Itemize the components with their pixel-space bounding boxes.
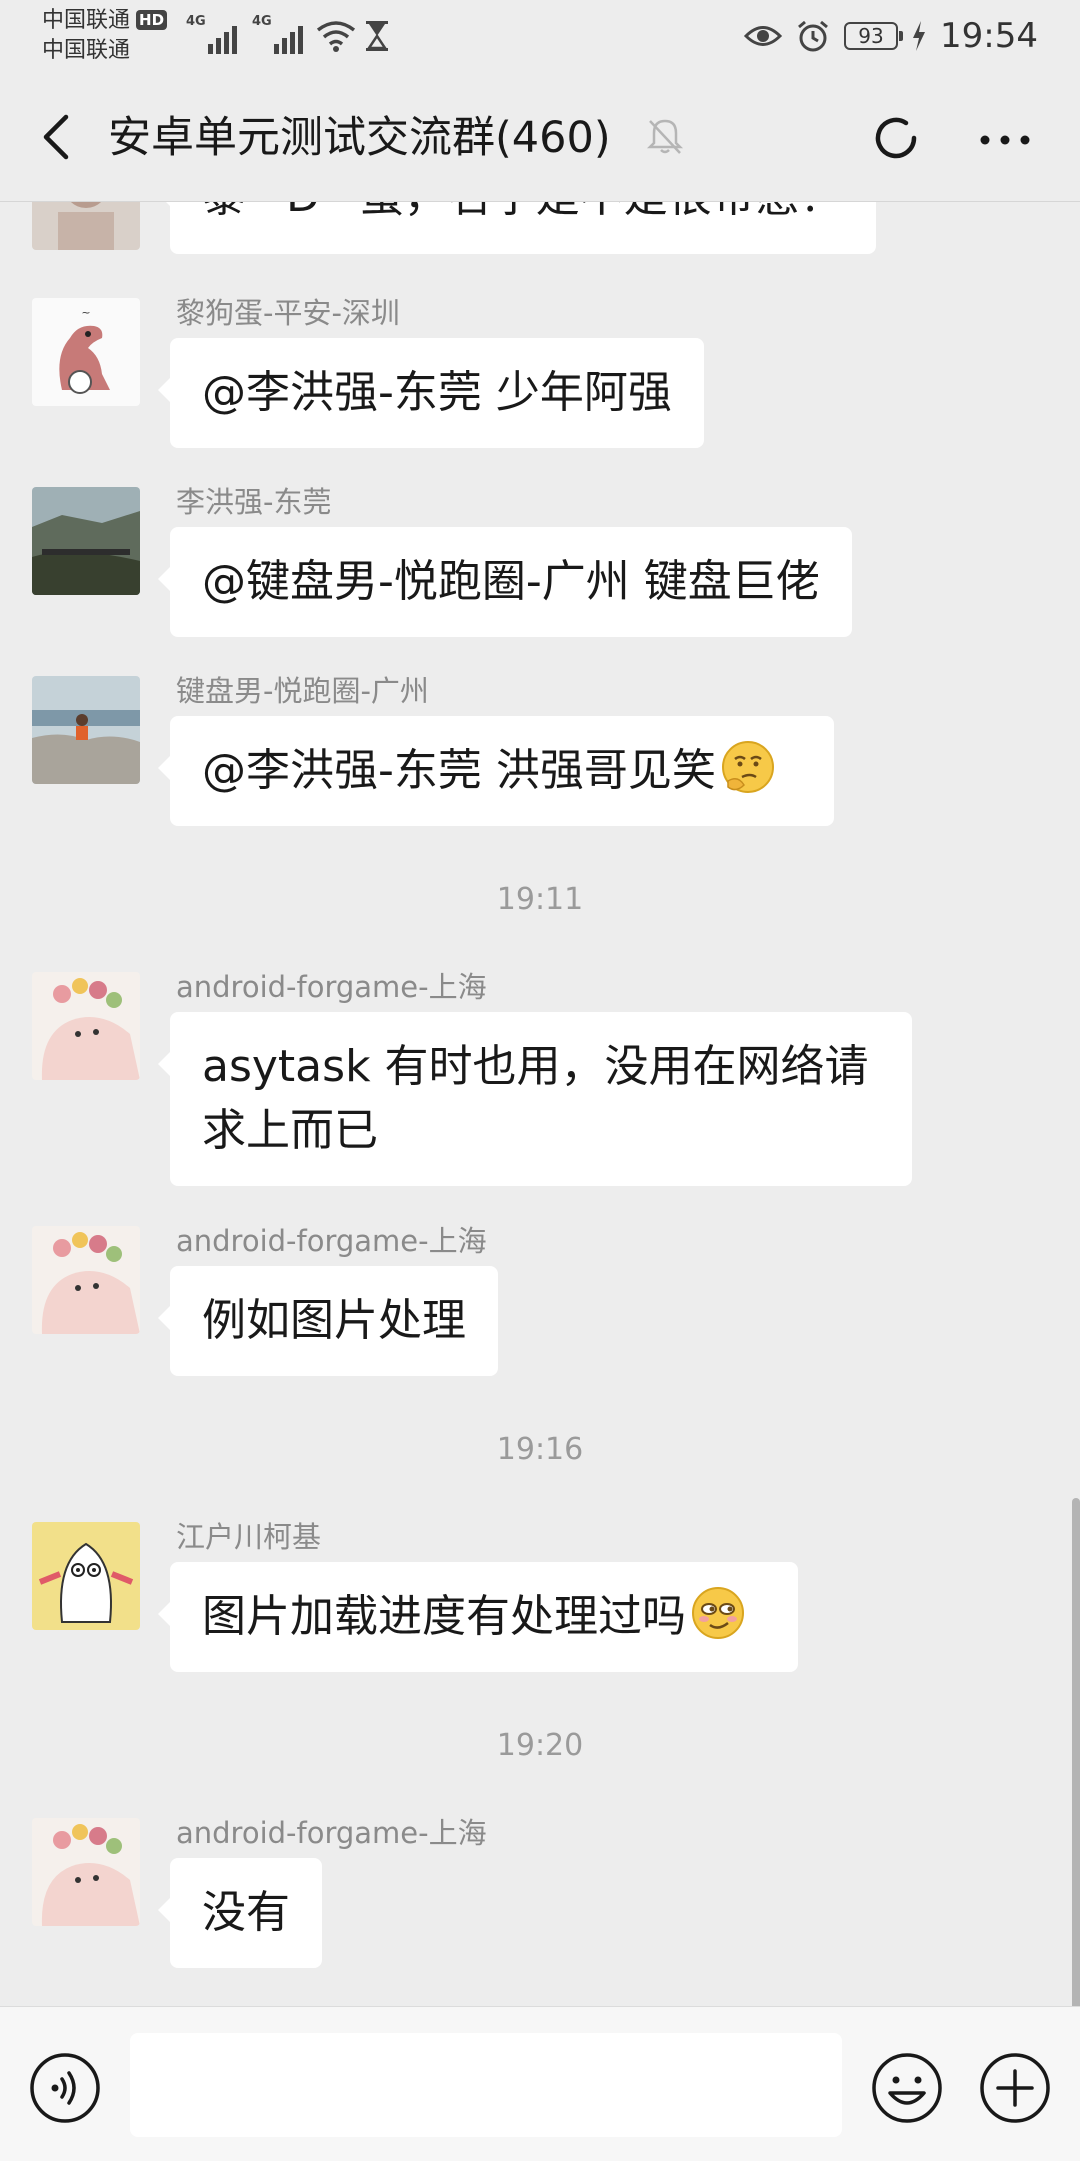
smirk-emoji-icon: [692, 1587, 744, 1639]
message-bubble[interactable]: @键盘男-悦跑圈-广州 键盘巨佬: [158, 527, 852, 637]
message-bubble[interactable]: @李洪强-东莞 少年阿强: [158, 338, 704, 448]
hd-badge: HD: [136, 10, 168, 30]
avatar[interactable]: [32, 1818, 140, 1926]
plus-icon[interactable]: [978, 2051, 1052, 2125]
avatar[interactable]: [32, 972, 140, 1080]
message-input[interactable]: [130, 2033, 842, 2137]
message-bubble[interactable]: 图片加载进度有处理过吗: [158, 1562, 798, 1672]
sender-name: android-forgame-上海: [176, 1224, 487, 1258]
alarm-icon: [798, 20, 828, 52]
voice-icon[interactable]: [28, 2051, 102, 2125]
battery-indicator: 93: [844, 22, 904, 50]
sender-name: 江户川柯基: [176, 1520, 322, 1554]
back-arrow-icon[interactable]: [28, 107, 88, 167]
avatar[interactable]: [32, 676, 140, 784]
more-icon[interactable]: [975, 112, 1035, 168]
message-list[interactable]: 黎 •D• 蛋，名字是不是很带感？ ~ 黎狗蛋-平安-深圳 @李洪强-东莞 少年…: [0, 202, 1080, 2006]
avatar[interactable]: [32, 1226, 140, 1334]
avatar[interactable]: [32, 487, 140, 595]
sender-name: android-forgame-上海: [176, 970, 487, 1004]
refresh-icon[interactable]: [868, 110, 924, 166]
timestamp: 19:16: [496, 1432, 584, 1467]
status-bar: 中国联通 HD 中国联通 4G 4G 93 19:54: [0, 0, 1080, 72]
sender-name: 李洪强-东莞: [176, 485, 332, 519]
message-bubble[interactable]: 黎 •D• 蛋，名字是不是很带感？: [158, 202, 876, 254]
thinking-emoji-icon: [721, 741, 774, 793]
svg-text:~: ~: [81, 306, 90, 319]
sender-name: 键盘男-悦跑圈-广州: [176, 674, 429, 708]
signal-1-icon: 4G: [186, 14, 237, 54]
emoji-icon[interactable]: [870, 2051, 944, 2125]
chat-header: 安卓单元测试交流群(460): [0, 72, 1080, 202]
network-type-2: 4G: [252, 14, 272, 29]
avatar[interactable]: [32, 1522, 140, 1630]
carrier-2: 中国联通: [42, 38, 131, 63]
message-text: @李洪强-东莞 洪强哥见笑: [202, 745, 716, 796]
network-type-1: 4G: [186, 14, 206, 29]
input-bar: [0, 2006, 1080, 2161]
message-bubble[interactable]: @李洪强-东莞 洪强哥见笑: [158, 716, 834, 826]
scrollbar[interactable]: [1072, 1498, 1080, 2006]
avatar[interactable]: [32, 202, 140, 250]
message-bubble[interactable]: 例如图片处理: [158, 1266, 498, 1376]
message-bubble[interactable]: asytask 有时也用，没用在网络请求上而已: [158, 1012, 912, 1186]
message-text: 图片加载进度有处理过吗: [202, 1591, 686, 1642]
chat-title: 安卓单元测试交流群(460): [108, 113, 611, 163]
carrier-info: 中国联通 HD 中国联通: [42, 6, 168, 66]
charging-icon: [913, 21, 926, 51]
carrier-1: 中国联通: [42, 8, 131, 33]
timestamp: 19:11: [496, 882, 584, 917]
avatar[interactable]: ~: [32, 298, 140, 406]
eye-icon: [744, 26, 783, 46]
message-bubble[interactable]: 没有: [158, 1858, 322, 1968]
hourglass-icon: [366, 21, 388, 51]
sender-name: 黎狗蛋-平安-深圳: [176, 296, 400, 330]
status-right: 93 19:54: [744, 14, 1038, 58]
wifi-icon: [316, 21, 356, 52]
status-clock: 19:54: [940, 16, 1038, 56]
timestamp: 19:20: [496, 1728, 584, 1763]
signal-2-icon: 4G: [252, 14, 303, 54]
sender-name: android-forgame-上海: [176, 1816, 487, 1850]
mute-bell-icon: [646, 119, 684, 154]
